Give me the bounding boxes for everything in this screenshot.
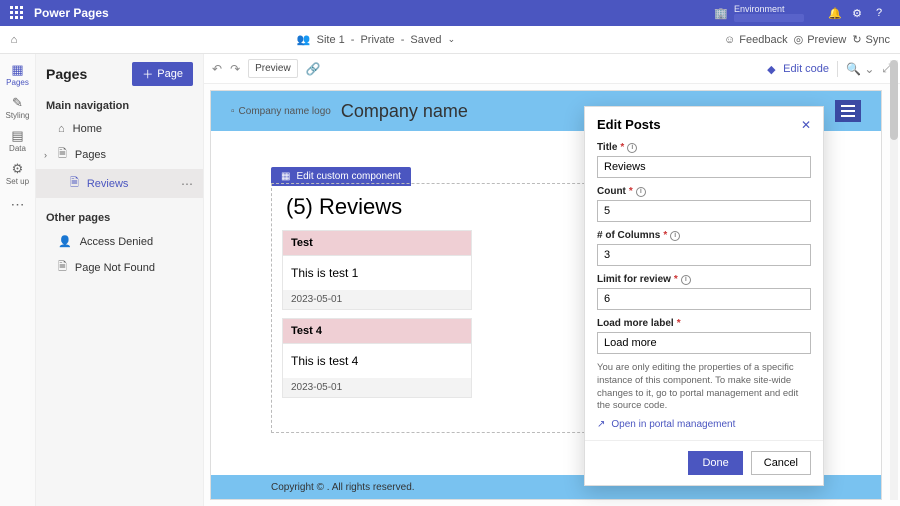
columns-input[interactable] [597, 244, 811, 266]
sites-icon: 👥 [297, 33, 311, 46]
sync-button[interactable]: ↻Sync [852, 33, 890, 46]
page-icon: 🗎 [58, 145, 67, 164]
app-topbar: Power Pages 🏢 Environment 🔔 ⚙ ? [0, 0, 900, 26]
card-date: 2023-05-01 [283, 290, 471, 309]
user-icon: 👤 [58, 235, 72, 248]
label-title: Title [597, 142, 617, 153]
company-name: Company name [341, 101, 468, 122]
logo-placeholder: ▫Company name logo [231, 106, 331, 117]
feedback-icon: ☺ [724, 34, 735, 46]
pages-icon: ▦ [0, 62, 36, 78]
nav-not-found[interactable]: 🗎Page Not Found [36, 253, 203, 282]
info-icon[interactable]: i [627, 143, 637, 153]
zoom-icon[interactable]: 🔍 ⌄ [846, 62, 874, 76]
new-page-button[interactable]: ＋Page [132, 62, 193, 86]
nav-pages[interactable]: ›🗎Pages [36, 140, 203, 169]
info-icon[interactable]: i [636, 187, 646, 197]
vscode-icon [767, 63, 779, 75]
scrollbar-thumb[interactable] [890, 60, 898, 140]
modal-title: Edit Posts [597, 117, 661, 132]
styling-icon: ✎ [0, 95, 36, 111]
site-subbar: ⌂ 👥 Site 1 - Private - Saved ⌄ ☺Feedback… [0, 26, 900, 54]
site-privacy: Private [360, 34, 394, 46]
nav-home[interactable]: ⌂Home [36, 118, 203, 140]
preview-icon: ◎ [794, 33, 804, 46]
plus-icon: ＋ [142, 66, 153, 82]
item-more-icon[interactable]: ⋯ [181, 177, 193, 191]
setup-icon: ⚙ [0, 161, 36, 177]
modal-help-text: You are only editing the properties of a… [597, 362, 811, 413]
environment-icon: 🏢 [714, 7, 728, 20]
card-body: This is test 1 [283, 256, 471, 290]
loadmore-input[interactable] [597, 332, 811, 354]
rail-data[interactable]: ▤Data [0, 124, 36, 157]
label-columns: # of Columns [597, 230, 660, 241]
environment-label: Environment [734, 4, 804, 14]
open-portal-link[interactable]: ↗Open in portal management [597, 419, 811, 430]
review-card: Test This is test 1 2023-05-01 [282, 230, 472, 310]
main-nav-label: Main navigation [36, 94, 203, 118]
home-page-icon: ⌂ [58, 123, 65, 135]
site-name: Site 1 [317, 34, 345, 46]
label-limit: Limit for review [597, 274, 671, 285]
rail-more-icon[interactable]: ⋯ [11, 196, 25, 213]
cancel-button[interactable]: Cancel [751, 451, 811, 475]
settings-icon[interactable]: ⚙ [846, 7, 868, 20]
rail-pages[interactable]: ▦Pages [0, 58, 36, 91]
notifications-icon[interactable]: 🔔 [824, 7, 846, 20]
other-pages-label: Other pages [36, 206, 203, 230]
data-icon: ▤ [0, 128, 36, 144]
undo-icon[interactable]: ↶ [212, 62, 222, 76]
done-button[interactable]: Done [688, 451, 742, 475]
rail-setup[interactable]: ⚙Set up [0, 157, 36, 190]
pages-sidebar: Pages ＋Page Main navigation ⌂Home › 🗎Page… [36, 54, 204, 506]
review-card: Test 4 This is test 4 2023-05-01 [282, 318, 472, 398]
preview-button[interactable]: ◎Preview [794, 33, 847, 46]
redo-icon[interactable]: ↷ [230, 62, 240, 76]
canvas-scrollbar[interactable] [890, 60, 898, 500]
nav-access-denied[interactable]: 👤Access Denied [36, 230, 203, 253]
preview-toggle[interactable]: Preview [248, 59, 298, 78]
card-title: Test 4 [291, 325, 322, 337]
app-launcher-icon[interactable] [10, 6, 24, 20]
home-icon[interactable]: ⌂ [0, 34, 28, 46]
edit-code-button[interactable]: Edit code [767, 63, 829, 75]
product-name: Power Pages [34, 6, 109, 20]
info-icon[interactable]: i [681, 275, 691, 285]
chevron-down-icon: ⌄ [448, 34, 456, 45]
site-breadcrumb[interactable]: 👥 Site 1 - Private - Saved ⌄ [28, 33, 724, 46]
link-icon[interactable]: 🔗 [306, 62, 321, 76]
count-input[interactable] [597, 200, 811, 222]
label-count: Count [597, 186, 626, 197]
limit-input[interactable] [597, 288, 811, 310]
page-icon: 🗎 [58, 258, 67, 277]
feedback-button[interactable]: ☺Feedback [724, 34, 788, 46]
title-input[interactable] [597, 156, 811, 178]
external-link-icon: ↗ [597, 419, 605, 430]
rail-styling[interactable]: ✎Styling [0, 91, 36, 124]
label-loadmore: Load more label [597, 318, 674, 329]
hamburger-menu-icon[interactable] [835, 100, 861, 122]
chevron-right-icon: › [44, 150, 47, 160]
sync-icon: ↻ [852, 33, 861, 46]
left-rail: ▦Pages ✎Styling ▤Data ⚙Set up ⋯ [0, 54, 36, 506]
help-icon[interactable]: ? [868, 7, 890, 19]
design-canvas: ↶ ↷ Preview 🔗 Edit code 🔍 ⌄ ⤢ ▫Company n… [204, 54, 900, 506]
card-title: Test [291, 237, 313, 249]
environment-picker[interactable]: 🏢 Environment [714, 4, 804, 22]
edit-posts-modal: Edit Posts ✕ Title*i Count*i # of Column… [584, 106, 824, 486]
info-icon[interactable]: i [670, 231, 680, 241]
card-date: 2023-05-01 [283, 378, 471, 397]
card-body: This is test 4 [283, 344, 471, 378]
canvas-toolbar: ↶ ↷ Preview 🔗 Edit code 🔍 ⌄ ⤢ [204, 54, 900, 84]
nav-reviews[interactable]: 🗎Reviews⋯ [36, 169, 203, 198]
close-icon[interactable]: ✕ [801, 118, 811, 132]
page-icon: 🗎 [70, 174, 79, 193]
site-save-state: Saved [410, 34, 441, 46]
environment-name-placeholder [734, 14, 804, 22]
sidebar-heading: Pages [46, 66, 87, 82]
